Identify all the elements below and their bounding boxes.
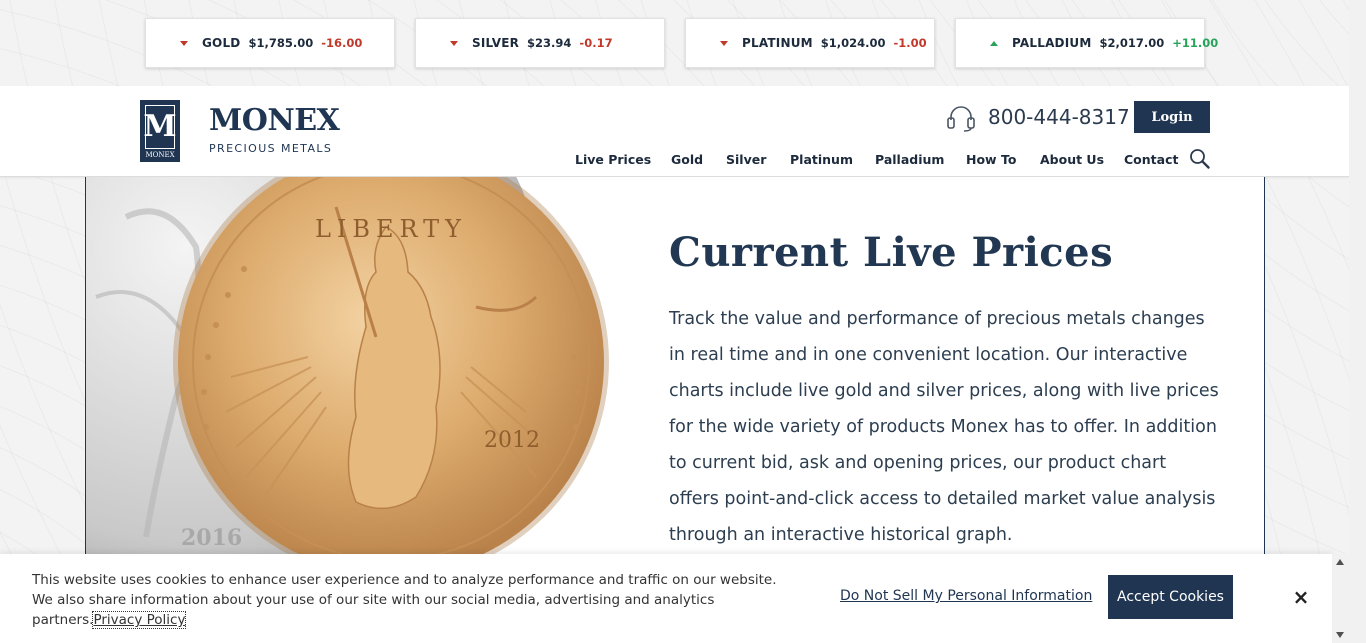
close-icon[interactable]: × [1290,586,1312,608]
caret-up-icon [990,40,998,46]
nav-silver[interactable]: Silver [726,152,766,167]
caret-down-icon [180,40,188,46]
nav-platinum[interactable]: Platinum [790,152,853,167]
gold-eagle-coin-image: 2016 LIBERTY 2012 [86,177,646,557]
ticker-silver[interactable]: SILVER $23.94 -0.17 [415,18,665,68]
cookie-message: This website uses cookies to enhance use… [32,570,792,630]
ticker-name: PALLADIUM [1012,36,1092,50]
nav-contact[interactable]: Contact [1124,152,1178,167]
caret-down-icon [720,40,728,46]
scroll-down-icon[interactable] [1336,632,1344,638]
nav-gold[interactable]: Gold [671,152,703,167]
ticker-palladium[interactable]: PALLADIUM $2,017.00 +11.00 [955,18,1218,68]
ticker-change: -16.00 [321,36,363,50]
coin-legend: LIBERTY [315,215,467,243]
logo-letter: M [143,105,177,149]
ticker-gold[interactable]: GOLD $1,785.00 -16.00 [145,18,395,68]
scroll-up-icon[interactable] [1336,559,1344,565]
ticker-name: GOLD [202,36,241,50]
phone-number[interactable]: 800-444-8317 [988,105,1130,129]
accept-cookies-button[interactable]: Accept Cookies [1108,575,1233,619]
page-title: Current Live Prices [669,229,1114,276]
caret-down-icon [450,40,458,46]
search-icon[interactable] [1189,148,1211,170]
hero-section: 2016 LIBERTY 2012 Current Live Prices Tr… [85,177,1265,557]
ticker-price: $23.94 [527,36,572,50]
cookie-banner: This website uses cookies to enhance use… [0,554,1332,643]
ticker-name: SILVER [472,36,520,50]
monex-logo-mark[interactable]: M MONEX [140,100,180,162]
login-button[interactable]: Login [1134,101,1210,133]
logo-tagline: PRECIOUS METALS [209,142,333,155]
ticker-price: $2,017.00 [1099,36,1165,50]
nav-about-us[interactable]: About Us [1040,152,1104,167]
page-description: Track the value and performance of preci… [669,309,1219,545]
page-scrollbar[interactable] [1349,0,1366,643]
ticker-price: $1,024.00 [820,36,886,50]
do-not-sell-link[interactable]: Do Not Sell My Personal Information [840,588,1092,604]
ticker-change: -1.00 [893,36,927,50]
cookie-scrollbar[interactable] [1332,554,1349,643]
logo-wordmark[interactable]: MONEX [209,106,340,136]
price-ticker: GOLD $1,785.00 -16.00 SILVER $23.94 -0.1… [0,0,1349,86]
ticker-name: PLATINUM [742,36,813,50]
nav-live-prices[interactable]: Live Prices [575,152,651,167]
coin-year: 2012 [484,428,540,453]
privacy-policy-link[interactable]: Privacy Policy [92,611,187,629]
ticker-price: $1,785.00 [248,36,314,50]
silver-coin-year: 2016 [181,525,242,551]
ticker-change: +11.00 [1172,36,1219,50]
nav-how-to[interactable]: How To [966,152,1016,167]
ticker-platinum[interactable]: PLATINUM $1,024.00 -1.00 [685,18,935,68]
headset-icon [947,106,975,132]
logo-small-text: MONEX [145,151,175,159]
nav-palladium[interactable]: Palladium [875,152,944,167]
ticker-change: -0.17 [579,36,613,50]
